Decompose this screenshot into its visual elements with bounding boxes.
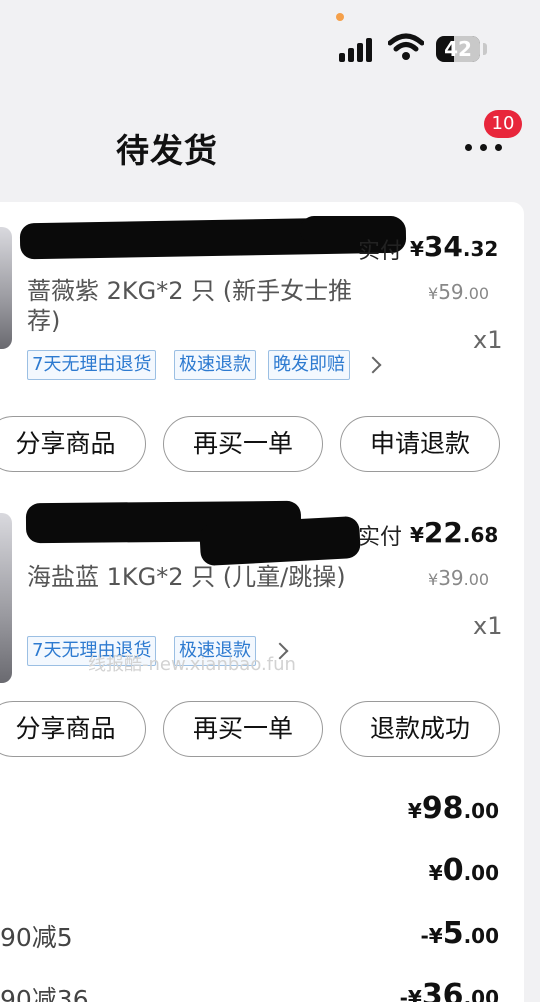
quantity: x1 — [473, 326, 503, 354]
privacy-indicator-dot — [336, 13, 344, 21]
discount-label: 90减36 — [0, 985, 89, 1002]
more-options-icon[interactable] — [465, 144, 505, 152]
request-refund-button[interactable]: 申请退款 — [340, 416, 500, 472]
cellular-signal-icon — [339, 36, 379, 62]
paid-price: ¥22.68 — [410, 516, 499, 549]
page-title: 待发货 — [116, 131, 218, 170]
discount-amount: -¥36.00 — [399, 978, 499, 1002]
buy-again-button[interactable]: 再买一单 — [163, 416, 323, 472]
quantity: x1 — [473, 612, 503, 640]
share-product-button[interactable]: 分享商品 — [0, 416, 146, 472]
battery-icon: 42 — [436, 36, 480, 62]
product-thumbnail[interactable] — [0, 513, 12, 683]
service-tag[interactable]: 7天无理由退货 — [27, 350, 157, 380]
original-price: ¥39.00 — [428, 566, 490, 590]
product-name[interactable]: 海盐蓝 1KG*2 只 (儿童/跳操) — [27, 562, 367, 592]
buy-again-button[interactable]: 再买一单 — [163, 701, 323, 757]
paid-price: ¥34.32 — [410, 230, 499, 263]
paid-label: 实付 — [358, 525, 403, 550]
watermark: 线报酷-new.xianbao.fun — [88, 654, 296, 675]
notification-badge: 10 — [484, 110, 522, 138]
service-tag[interactable]: 晚发即赔 — [268, 350, 350, 380]
refund-success-button[interactable]: 退款成功 — [340, 701, 500, 757]
chevron-right-icon[interactable] — [364, 356, 382, 374]
share-product-button[interactable]: 分享商品 — [0, 701, 146, 757]
order-card: 实付 ¥34.32 蔷薇紫 2KG*2 只 (新手女士推荐) ¥59.00 x1… — [0, 202, 524, 1002]
service-tag[interactable]: 极速退款 — [174, 350, 256, 380]
discount-amount: -¥5.00 — [420, 916, 499, 951]
summary-total-price: ¥98.00 — [407, 791, 499, 826]
paid-label: 实付 — [358, 239, 403, 264]
product-name[interactable]: 蔷薇紫 2KG*2 只 (新手女士推荐) — [27, 276, 367, 336]
discount-label: 90减5 — [0, 923, 73, 952]
wifi-icon — [388, 33, 424, 60]
original-price: ¥59.00 — [428, 280, 490, 304]
product-thumbnail[interactable] — [0, 227, 12, 349]
battery-percent: 42 — [444, 37, 472, 61]
summary-shipping: ¥0.00 — [428, 853, 499, 888]
